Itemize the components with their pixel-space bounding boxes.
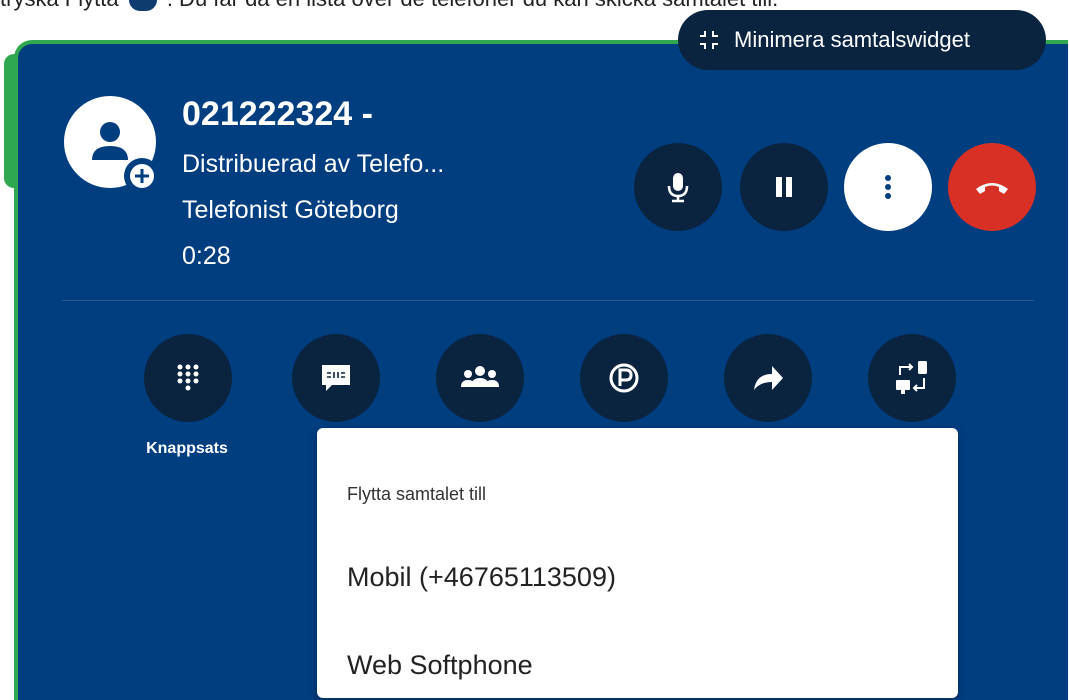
keypad-icon — [177, 364, 199, 391]
caller-operator: Telefonist Göteborg — [182, 196, 399, 224]
move-call-inline-icon — [128, 0, 157, 12]
keypad-button[interactable] — [144, 334, 232, 422]
keypad-label: Knappsats — [146, 440, 228, 457]
add-contact-icon[interactable] — [124, 158, 160, 194]
pause-icon — [776, 177, 792, 197]
move-call-menu: Flytta samtalet till Mobil (+46765113509… — [317, 428, 958, 698]
park-button[interactable] — [580, 334, 668, 422]
caller-distributed-by: Distribuerad av Telefo... — [182, 150, 445, 178]
park-icon — [609, 363, 639, 393]
menu-item-mobile[interactable]: Mobil (+46765113509) — [347, 562, 616, 593]
caller-number: 021222324 - — [182, 95, 373, 133]
forward-icon — [754, 366, 783, 390]
group-button[interactable] — [436, 334, 524, 422]
sms-button[interactable] — [292, 334, 380, 422]
menu-heading: Flytta samtalet till — [347, 484, 487, 504]
divider — [62, 300, 1034, 301]
menu-item-web-softphone[interactable]: Web Softphone — [347, 650, 533, 681]
minimize-icon — [700, 31, 718, 49]
caption-text-after: . Du får då en lista över de telefoner d… — [167, 0, 778, 11]
minimize-widget-button[interactable]: Minimera samtalswidget — [678, 10, 1046, 70]
move-call-button[interactable] — [868, 334, 956, 422]
minimize-widget-label: Minimera samtalswidget — [734, 27, 970, 52]
more-button[interactable] — [844, 143, 932, 231]
more-vertical-icon — [885, 175, 891, 199]
move-call-icon — [896, 361, 927, 394]
avatar[interactable] — [64, 96, 160, 194]
call-duration: 0:28 — [182, 242, 231, 270]
microphone-icon — [667, 173, 689, 203]
sms-icon — [322, 365, 350, 391]
phone-hangup-icon — [976, 183, 1008, 194]
forward-button[interactable] — [724, 334, 812, 422]
hangup-button[interactable] — [948, 143, 1036, 231]
microphone-button[interactable] — [634, 143, 722, 231]
hold-button[interactable] — [740, 143, 828, 231]
group-icon — [461, 366, 499, 387]
caption-text-before: tryska Flytta — [0, 0, 119, 11]
